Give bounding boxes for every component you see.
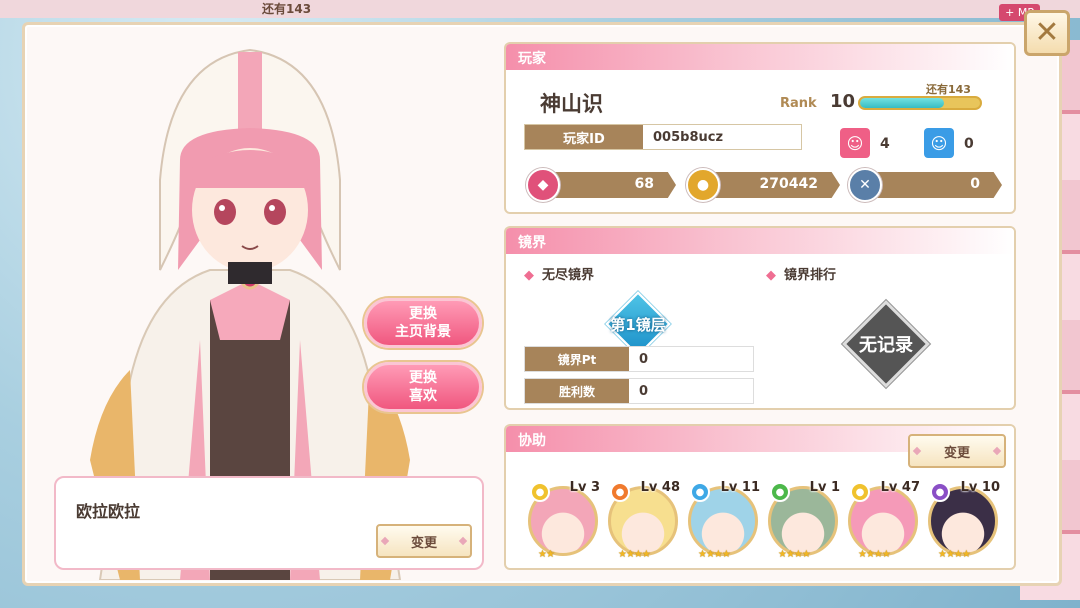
mirror-wins-value: 0: [639, 383, 649, 399]
mirror-wins-label: 胜利数: [525, 379, 629, 403]
support-level: Lv 47: [880, 480, 920, 495]
attribute-dark-icon: ●: [930, 482, 950, 502]
player-section-header: 玩家: [506, 44, 1014, 70]
support-change-button[interactable]: 变更: [908, 434, 1006, 468]
gem-value: 68: [634, 176, 654, 192]
support-change-label: 变更: [943, 445, 970, 461]
support-member[interactable]: ● Lv 47 ★★★★: [846, 480, 920, 560]
player-id-row: 玩家ID 005b8ucz: [524, 124, 802, 150]
message-change-button[interactable]: 变更: [376, 524, 472, 558]
message-change-label: 变更: [410, 535, 437, 551]
attribute-forest-icon: ●: [770, 482, 790, 502]
sword-value: 0: [970, 176, 980, 192]
player-name: 神山识: [540, 92, 603, 116]
support-section: 协助 变更 ● Lv 3 ★★ ● Lv 48 ★★★★ ● Lv 11 ★★★★ ● Lv 1 ★★…: [504, 424, 1016, 570]
support-level: Lv 48: [640, 480, 680, 495]
mirror-pt-label: 镜界Pt: [525, 347, 629, 371]
message-box: 欧拉欧拉 变更: [54, 476, 484, 570]
support-stars: ★★★★: [938, 549, 971, 560]
change-background-button[interactable]: 更换 主页背景: [364, 298, 482, 348]
rank-progress-bar: [858, 96, 982, 110]
support-level: Lv 1: [809, 480, 840, 495]
mirror-section-header: 镜界: [506, 228, 1014, 254]
rank-value: 10: [830, 91, 856, 112]
support-stars: ★★★★: [778, 549, 811, 560]
support-members: ● Lv 3 ★★ ● Lv 48 ★★★★ ● Lv 11 ★★★★ ● Lv 1 ★★★★ ● Lv …: [526, 480, 1000, 560]
player-id-value: 005b8ucz: [653, 129, 724, 145]
support-stars: ★★★★: [858, 549, 891, 560]
support-level: Lv 11: [720, 480, 760, 495]
coin-icon: ●: [686, 168, 720, 202]
mirror-wins-row: 胜利数 0: [524, 378, 754, 404]
change-favorite-button[interactable]: 更换 喜欢: [364, 362, 482, 412]
mirror-pt-value: 0: [639, 351, 649, 367]
gem-bar: 68: [540, 172, 676, 198]
close-icon: ✕: [1034, 15, 1060, 50]
attribute-fire-icon: ●: [610, 482, 630, 502]
support-level: Lv 10: [960, 480, 1000, 495]
change-background-line2: 主页背景: [395, 324, 451, 340]
rank-progress-fill: [860, 98, 944, 108]
change-favorite-line2: 喜欢: [409, 388, 437, 404]
support-member[interactable]: ● Lv 3 ★★: [526, 480, 600, 560]
likes-count: 4: [880, 136, 890, 152]
gem-icon: ◆: [526, 168, 560, 202]
support-stars: ★★: [538, 549, 555, 560]
coin-bar: 270442: [700, 172, 840, 198]
mirror-ranking-title[interactable]: 镜界排行: [766, 264, 836, 283]
top-strip: 还有143: [0, 0, 1080, 18]
no-record-badge: 无记录: [840, 298, 932, 390]
layer-badge-text: 第1镜层: [610, 315, 666, 334]
follow-icon: ☺: [924, 128, 954, 158]
follow-count: 0: [964, 136, 974, 152]
rank-remain-text: 还有143: [926, 83, 971, 96]
like-icon: ☺: [840, 128, 870, 158]
change-background-line1: 更换: [409, 306, 437, 322]
sword-bar: 0: [862, 172, 1002, 198]
player-id-label: 玩家ID: [525, 125, 643, 149]
support-member[interactable]: ● Lv 11 ★★★★: [686, 480, 760, 560]
support-member[interactable]: ● Lv 10 ★★★★: [926, 480, 1000, 560]
attribute-water-icon: ●: [690, 482, 710, 502]
rank-label: Rank: [780, 96, 817, 111]
attribute-light-icon: ●: [850, 482, 870, 502]
mirror-pt-row: 镜界Pt 0: [524, 346, 754, 372]
support-member[interactable]: ● Lv 48 ★★★★: [606, 480, 680, 560]
mirror-section: 镜界 无尽镜界 镜界排行 第1镜层 镜界Pt 0 胜利数 0 无记录: [504, 226, 1016, 410]
player-section: 玩家 神山识 Rank 10 还有143 玩家ID 005b8ucz ☺ 4 ☺…: [504, 42, 1016, 214]
attribute-light-icon: ●: [530, 482, 550, 502]
top-remain-text: 还有143: [262, 2, 312, 16]
coin-value: 270442: [759, 176, 818, 192]
support-stars: ★★★★: [698, 549, 731, 560]
sword-icon: ✕: [848, 168, 882, 202]
message-text: 欧拉欧拉: [76, 502, 141, 521]
endless-mirror-title: 无尽镜界: [524, 264, 594, 283]
close-button[interactable]: ✕: [1024, 10, 1070, 56]
support-member[interactable]: ● Lv 1 ★★★★: [766, 480, 840, 560]
support-stars: ★★★★: [618, 549, 651, 560]
change-favorite-line1: 更换: [409, 370, 437, 386]
support-level: Lv 3: [569, 480, 600, 495]
no-record-text: 无记录: [859, 335, 913, 356]
